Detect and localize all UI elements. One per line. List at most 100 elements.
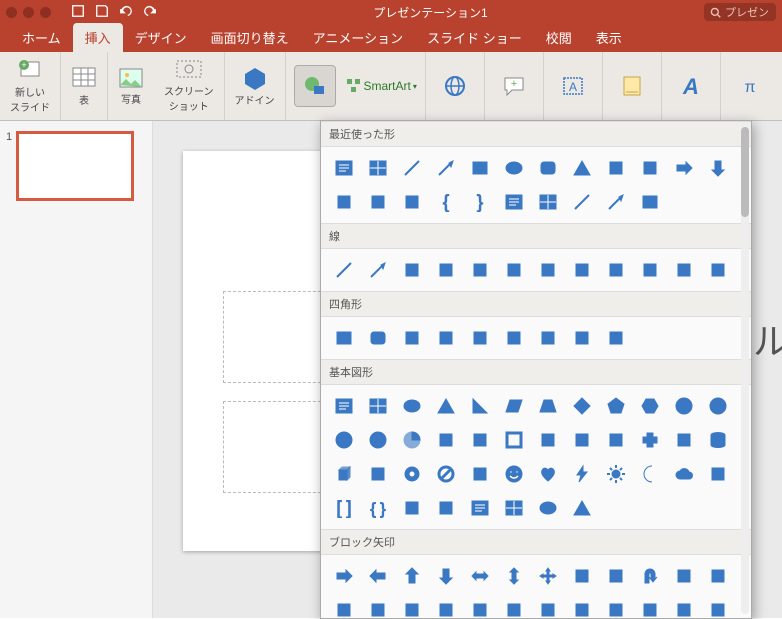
- shape-notched-right[interactable]: [499, 595, 529, 619]
- shape-table[interactable]: [533, 187, 563, 217]
- shape-text-box[interactable]: [329, 153, 359, 183]
- shape-teardrop[interactable]: [465, 425, 495, 455]
- shape-oval[interactable]: [397, 391, 427, 421]
- shape-octagon[interactable]: 8: [703, 391, 733, 421]
- ribbon-screenshot[interactable]: スクリーン ショット: [154, 52, 225, 120]
- ribbon-new-slide[interactable]: + 新しい スライド: [0, 52, 61, 120]
- shape-arc2[interactable]: [703, 459, 733, 489]
- shape-line[interactable]: [397, 153, 427, 183]
- shape-line[interactable]: [567, 187, 597, 217]
- shape-freeform[interactable]: [669, 255, 699, 285]
- shape-corner[interactable]: [601, 153, 631, 183]
- shape-moon[interactable]: [635, 459, 665, 489]
- shape-down[interactable]: [431, 561, 461, 591]
- shape-curve-double[interactable]: [601, 255, 631, 285]
- tab-design[interactable]: デザイン: [123, 23, 199, 52]
- shape-curve[interactable]: [397, 187, 427, 217]
- shape-trapezoid[interactable]: [533, 391, 563, 421]
- shape-can[interactable]: [703, 425, 733, 455]
- shape-chevron[interactable]: [567, 595, 597, 619]
- hyperlink-button[interactable]: [434, 65, 476, 107]
- search-input[interactable]: プレゼン: [704, 3, 776, 21]
- shape-loop[interactable]: [363, 187, 393, 217]
- shape-table[interactable]: [363, 391, 393, 421]
- shape-donut[interactable]: [397, 459, 427, 489]
- shape-frame[interactable]: [499, 425, 529, 455]
- shape-right-triangle[interactable]: [465, 391, 495, 421]
- shape-arrow[interactable]: [363, 255, 393, 285]
- shape-right[interactable]: [329, 561, 359, 591]
- shape-double-arrow[interactable]: [397, 255, 427, 285]
- tab-home[interactable]: ホーム: [10, 23, 73, 52]
- shape-curve-arrow[interactable]: [567, 255, 597, 285]
- shape-arrow-down[interactable]: [703, 153, 733, 183]
- tab-transitions[interactable]: 画面切り替え: [199, 23, 301, 52]
- shape-text-box[interactable]: [329, 391, 359, 421]
- shape-pie[interactable]: [397, 425, 427, 455]
- tab-animations[interactable]: アニメーション: [301, 23, 415, 52]
- shape-striped-right[interactable]: [465, 595, 495, 619]
- shape-left[interactable]: [363, 561, 393, 591]
- shape-callout-down[interactable]: [703, 595, 733, 619]
- shape-snip-diag[interactable]: [465, 323, 495, 353]
- shape-bent[interactable]: [601, 561, 631, 591]
- shape-text-box[interactable]: [499, 187, 529, 217]
- tab-slideshow[interactable]: スライド ショー: [415, 23, 534, 52]
- smartart-button[interactable]: SmartArt▾: [346, 78, 417, 94]
- undo-icon[interactable]: [119, 4, 133, 21]
- comment-button[interactable]: +: [493, 65, 535, 107]
- shape-curved-right[interactable]: [329, 595, 359, 619]
- shape-table[interactable]: [363, 153, 393, 183]
- shape-lightning[interactable]: [567, 459, 597, 489]
- minimize-icon[interactable]: [23, 7, 34, 18]
- shape-connector[interactable]: [635, 153, 665, 183]
- ribbon-picture[interactable]: 写真: [108, 52, 154, 120]
- shape-triangle[interactable]: [567, 493, 597, 523]
- shape-heart[interactable]: [533, 459, 563, 489]
- shape-triangle[interactable]: [567, 153, 597, 183]
- shape-parallelogram[interactable]: [499, 391, 529, 421]
- shape-cloud[interactable]: [669, 459, 699, 489]
- shape-brace[interactable]: { }: [363, 493, 393, 523]
- save-icon[interactable]: [95, 4, 109, 21]
- shape-smiley[interactable]: [499, 459, 529, 489]
- shape-arc[interactable]: [635, 255, 665, 285]
- shape-half-frame[interactable]: [533, 425, 563, 455]
- shape-up-down[interactable]: [499, 561, 529, 591]
- shape-rectangle[interactable]: [465, 153, 495, 183]
- shape-dodecagon[interactable]: 12: [363, 425, 393, 455]
- shape-line-arrow[interactable]: [431, 153, 461, 183]
- shape-decagon[interactable]: 10: [329, 425, 359, 455]
- ribbon-addin[interactable]: アドイン: [225, 52, 286, 120]
- symbol-button[interactable]: π: [729, 65, 771, 107]
- shape-oval[interactable]: [533, 493, 563, 523]
- shape-round1[interactable]: [499, 323, 529, 353]
- shape-arrow-right[interactable]: [669, 153, 699, 183]
- autosave-icon[interactable]: [71, 4, 85, 21]
- shape-plaque[interactable]: [669, 425, 699, 455]
- slide-thumbnail-1[interactable]: [16, 131, 134, 201]
- shape-callout-right[interactable]: [601, 595, 631, 619]
- shape-round2[interactable]: [533, 323, 563, 353]
- shape-quad[interactable]: [533, 561, 563, 591]
- shape-elbow[interactable]: [431, 255, 461, 285]
- tab-insert[interactable]: 挿入: [73, 23, 123, 52]
- shape-bevel[interactable]: [363, 459, 393, 489]
- shape-snip2[interactable]: [431, 323, 461, 353]
- shape-table[interactable]: [499, 493, 529, 523]
- shape-curve[interactable]: [533, 255, 563, 285]
- shape-brace2[interactable]: [397, 493, 427, 523]
- shape-triangle[interactable]: [431, 391, 461, 421]
- shape-rectangle[interactable]: [635, 187, 665, 217]
- shape-left-right[interactable]: [465, 561, 495, 591]
- wordart-button[interactable]: A: [670, 65, 712, 107]
- shape-cube[interactable]: [329, 459, 359, 489]
- ribbon-table[interactable]: 表: [61, 52, 108, 120]
- shape-l-shape[interactable]: [567, 425, 597, 455]
- header-footer-button[interactable]: [611, 65, 653, 107]
- shape-pentagon-arrow[interactable]: [533, 595, 563, 619]
- shape-brace3[interactable]: [431, 493, 461, 523]
- tab-review[interactable]: 校閲: [534, 23, 584, 52]
- redo-icon[interactable]: [143, 4, 157, 21]
- shapes-button[interactable]: [294, 65, 336, 107]
